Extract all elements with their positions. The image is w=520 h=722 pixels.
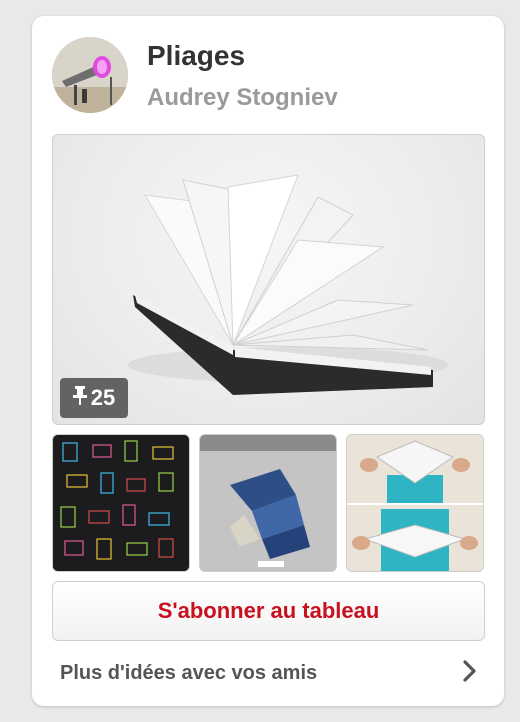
more-ideas-link[interactable]: Plus d'idées avec vos amis [52, 650, 483, 696]
board-owner-avatar[interactable] [52, 37, 128, 113]
pin-icon [72, 385, 87, 411]
chevron-right-icon [463, 659, 477, 687]
pin-count-badge: 25 [60, 378, 128, 418]
board-title[interactable]: Pliages [147, 40, 245, 72]
board-cover-image[interactable]: 25 [52, 134, 485, 425]
board-card: Pliages Audrey Stogniev 25 S'abonner au … [32, 16, 504, 706]
board-thumbnail-3[interactable] [346, 434, 484, 572]
follow-board-button[interactable]: S'abonner au tableau [52, 581, 485, 641]
board-thumbnail-2[interactable] [199, 434, 337, 572]
board-owner-name[interactable]: Audrey Stogniev [147, 84, 338, 112]
pin-count: 25 [90, 385, 116, 410]
board-thumbnail-1[interactable] [52, 434, 190, 572]
more-ideas-label: Plus d'idées avec vos amis [60, 661, 318, 684]
